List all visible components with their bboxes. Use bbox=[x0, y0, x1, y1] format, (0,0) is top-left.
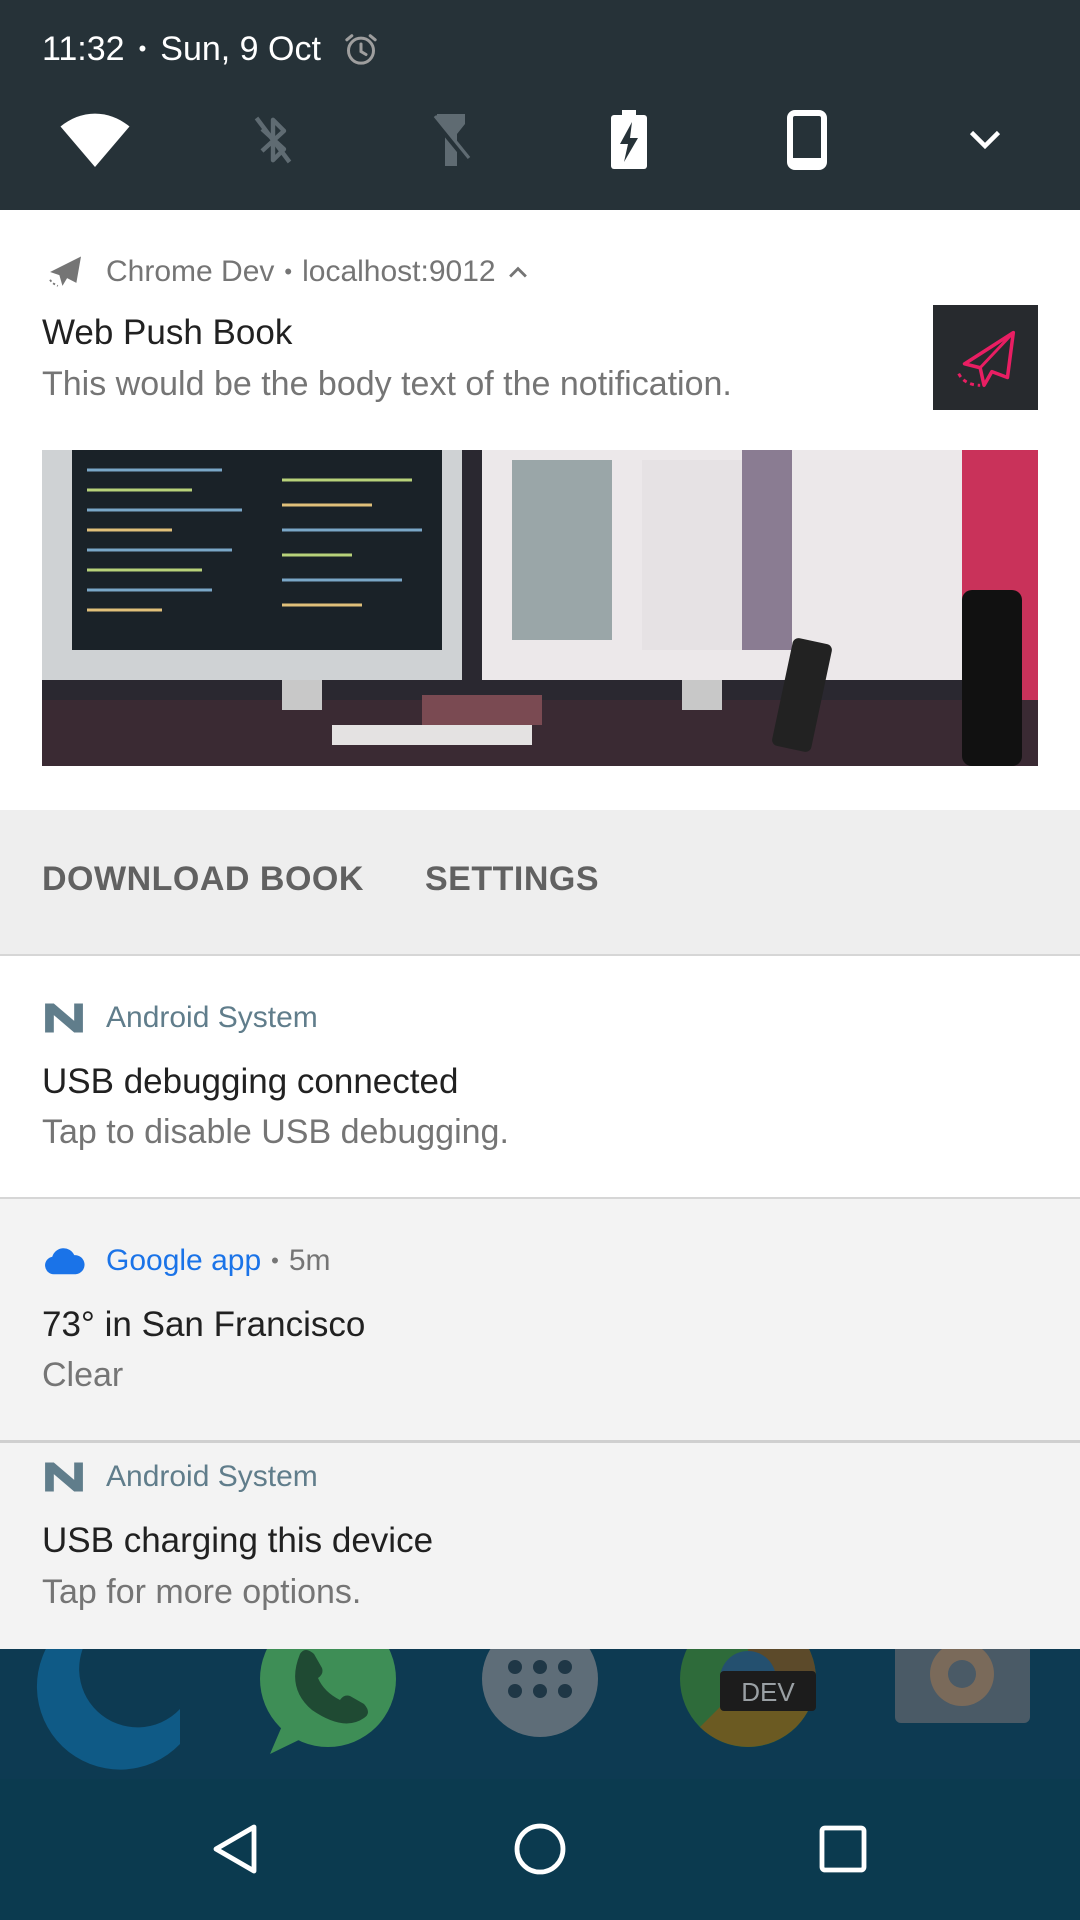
photos-app-icon[interactable] bbox=[895, 1649, 1030, 1723]
wifi-tile[interactable] bbox=[55, 100, 135, 180]
web-push-notification[interactable]: Chrome Dev • localhost:9012 Web Push Boo… bbox=[0, 210, 1080, 810]
alarm-icon bbox=[345, 34, 377, 65]
notification-body: This would be the body text of the notif… bbox=[42, 365, 732, 403]
launcher-dock: DEV bbox=[0, 1649, 1080, 1779]
wifi-icon bbox=[60, 113, 130, 167]
notification-title: USB charging this device bbox=[42, 1521, 434, 1560]
chevron-up-icon[interactable] bbox=[504, 263, 532, 281]
notification-time: 5m bbox=[288, 1244, 331, 1277]
battery-charging-icon bbox=[611, 110, 647, 169]
dev-badge: DEV bbox=[741, 1677, 795, 1707]
separator-dot: • bbox=[138, 36, 147, 61]
app-name: Chrome Dev bbox=[106, 255, 275, 288]
send-icon bbox=[42, 250, 86, 294]
paper-plane-icon bbox=[956, 330, 1015, 387]
usb-debugging-notification[interactable]: Android System USB debugging connected T… bbox=[0, 956, 1080, 1199]
download-book-button[interactable]: DOWNLOAD BOOK bbox=[42, 860, 364, 899]
origin: localhost:9012 bbox=[302, 255, 496, 288]
recents-button[interactable] bbox=[798, 1809, 888, 1889]
navigation-bar bbox=[0, 1779, 1080, 1920]
android-n-icon bbox=[42, 996, 86, 1040]
google-weather-notification[interactable]: Google app • 5m 73° in San Francisco Cle… bbox=[0, 1199, 1080, 1443]
flashlight-off-icon bbox=[431, 114, 471, 166]
notification-body: Tap to disable USB debugging. bbox=[42, 1113, 509, 1151]
back-button[interactable] bbox=[190, 1809, 280, 1889]
back-icon bbox=[213, 1824, 257, 1874]
date: Sun, 9 Oct bbox=[160, 29, 321, 68]
flashlight-tile[interactable] bbox=[411, 100, 491, 180]
notification-icon bbox=[933, 305, 1038, 410]
notification-header: Android System bbox=[42, 996, 318, 1040]
notification-header: Android System bbox=[42, 1455, 318, 1499]
home-button[interactable] bbox=[495, 1809, 585, 1889]
separator-dot: • bbox=[271, 1248, 279, 1273]
notification-actions: DOWNLOAD BOOK SETTINGS bbox=[0, 810, 1080, 956]
settings-button[interactable]: SETTINGS bbox=[425, 860, 599, 899]
recents-icon bbox=[819, 1825, 867, 1873]
notification-header: Google app • 5m bbox=[42, 1239, 331, 1283]
chevron-down-icon bbox=[969, 130, 1001, 150]
status-row: 11:32 • Sun, 9 Oct bbox=[42, 24, 381, 74]
notification-body: Clear bbox=[42, 1356, 124, 1394]
home-icon bbox=[514, 1823, 566, 1875]
app-name: Google app bbox=[106, 1244, 262, 1277]
app-name: Android System bbox=[106, 1001, 318, 1034]
android-n-icon bbox=[42, 1455, 86, 1499]
notification-title: 73° in San Francisco bbox=[42, 1305, 366, 1344]
bluetooth-tile[interactable] bbox=[233, 100, 313, 180]
notification-image bbox=[42, 450, 1038, 766]
separator-dot: • bbox=[284, 259, 293, 284]
notification-title: Web Push Book bbox=[42, 313, 293, 352]
cloud-icon bbox=[42, 1239, 86, 1283]
notification-header: Chrome Dev • localhost:9012 bbox=[42, 250, 532, 294]
notification-body: Tap for more options. bbox=[42, 1573, 362, 1611]
clock: 11:32 bbox=[42, 29, 125, 68]
usb-charging-notification[interactable]: Android System USB charging this device … bbox=[0, 1443, 1080, 1649]
app-name: Android System bbox=[106, 1460, 318, 1493]
notification-title: USB debugging connected bbox=[42, 1062, 459, 1101]
quick-settings-panel: 11:32 • Sun, 9 Oct bbox=[0, 0, 1080, 210]
battery-tile[interactable] bbox=[589, 100, 669, 180]
expand-tile[interactable] bbox=[945, 100, 1025, 180]
auto-rotate-icon bbox=[787, 110, 827, 170]
bluetooth-off-icon bbox=[254, 116, 292, 164]
auto-rotate-tile[interactable] bbox=[767, 100, 847, 180]
quick-settings-row bbox=[0, 100, 1080, 180]
